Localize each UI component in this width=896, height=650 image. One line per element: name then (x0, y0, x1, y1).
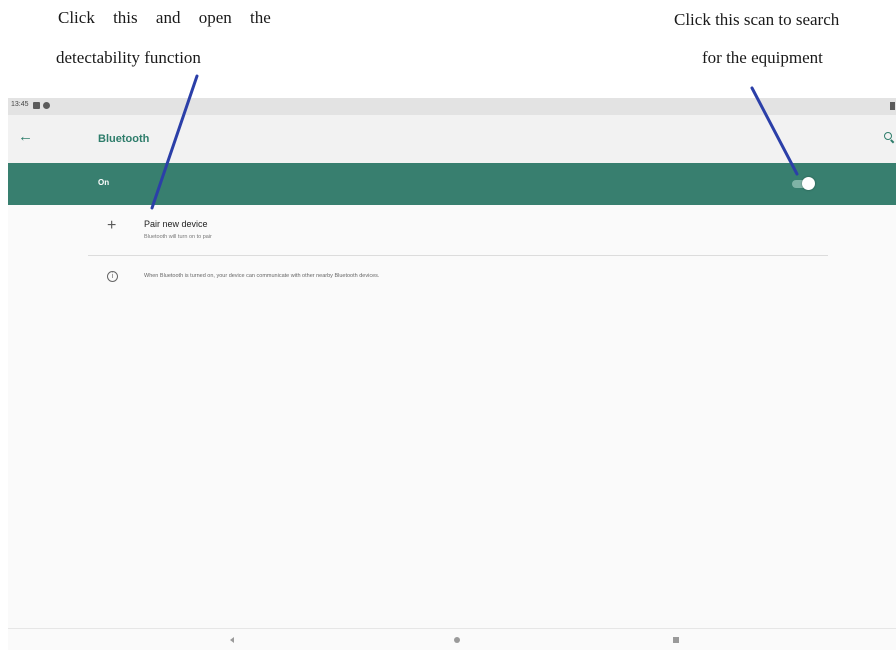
page-title: Bluetooth (98, 133, 150, 145)
annotated-screenshot: Click this and open the detectability fu… (0, 0, 896, 650)
pair-new-device-subtitle: Bluetooth will turn on to pair (144, 234, 212, 240)
back-arrow-icon[interactable]: ← (18, 129, 33, 145)
status-time: 13:45 (11, 101, 29, 108)
battery-icon (890, 102, 895, 110)
annotation-right-line1: Click this scan to search (674, 10, 840, 29)
bluetooth-master-switch-bar[interactable]: On (8, 163, 896, 205)
pair-new-device-title: Pair new device (144, 219, 208, 229)
device-screen: 13:45 ← Bluetooth On + Pair new device B… (8, 98, 896, 650)
divider (88, 255, 828, 256)
info-icon: i (107, 271, 118, 282)
pair-new-device-item[interactable]: + Pair new device Bluetooth will turn on… (8, 205, 896, 255)
status-bar: 13:45 (8, 98, 896, 115)
notification-image-icon (33, 102, 40, 109)
annotation-left-line1: Click this and open the (58, 8, 271, 27)
nav-home-icon[interactable] (454, 637, 460, 643)
bluetooth-on-label: On (98, 178, 110, 187)
bluetooth-info-row: i When Bluetooth is turned on, your devi… (8, 268, 896, 288)
app-bar: ← Bluetooth (8, 115, 896, 163)
plus-icon: + (107, 217, 117, 234)
bluetooth-toggle-switch[interactable] (792, 176, 816, 192)
search-icon[interactable] (884, 132, 892, 140)
nav-back-icon[interactable] (230, 637, 234, 643)
annotation-left-line2: detectability function (56, 48, 201, 67)
navigation-bar (8, 628, 896, 650)
nav-recents-icon[interactable] (673, 637, 679, 643)
toggle-thumb (802, 177, 815, 190)
annotation-right-line2: for the equipment (702, 48, 823, 67)
bluetooth-info-text: When Bluetooth is turned on, your device… (144, 273, 380, 279)
notification-dot-icon (43, 102, 50, 109)
